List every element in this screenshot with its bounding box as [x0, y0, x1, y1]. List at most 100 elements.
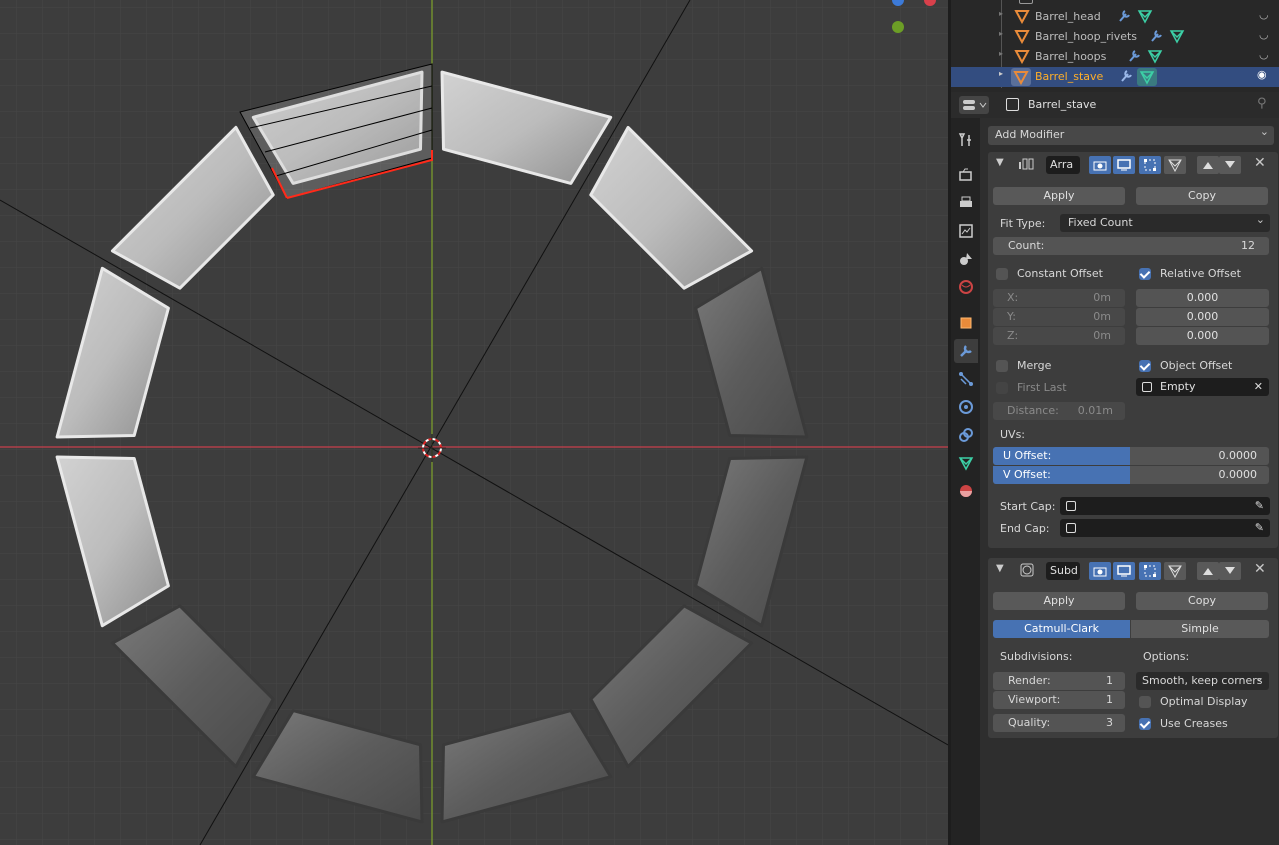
- uv-smooth-dropdown[interactable]: Smooth, keep corners: [1136, 669, 1269, 690]
- merge-checkbox[interactable]: [996, 360, 1008, 372]
- catmull-clark-button[interactable]: Catmull-Clark: [993, 620, 1130, 638]
- viewport-toggle-icon[interactable]: [1113, 156, 1135, 174]
- subsurf-modifier-panel: ▼ Subd ✕ Apply Copy Catmull-Clark Simple…: [988, 558, 1278, 738]
- remove-modifier-icon[interactable]: ✕: [1254, 155, 1266, 171]
- collapse-icon[interactable]: ▼: [996, 157, 1004, 168]
- material-tab-icon[interactable]: [954, 479, 978, 503]
- eyedropper-icon[interactable]: ✎: [1255, 519, 1264, 537]
- object-tab-icon[interactable]: [954, 311, 978, 335]
- fit-type-dropdown[interactable]: Fixed Count: [1060, 211, 1270, 232]
- object-icon: [1006, 98, 1019, 111]
- move-down-icon[interactable]: [1219, 562, 1241, 580]
- wrench-icon[interactable]: [1149, 28, 1163, 47]
- tool-tab-icon[interactable]: [954, 128, 978, 152]
- render-toggle-icon[interactable]: [1089, 562, 1111, 580]
- use-creases-checkbox[interactable]: [1139, 718, 1151, 730]
- use-creases-label: Use Creases: [1160, 717, 1228, 730]
- viewport-toggle-icon[interactable]: [1113, 562, 1135, 580]
- mesh-object-icon: [1014, 28, 1030, 47]
- output-tab-icon[interactable]: [954, 191, 978, 215]
- particles-tab-icon[interactable]: [954, 367, 978, 391]
- editor-type-button[interactable]: [959, 96, 989, 114]
- offset-object-field[interactable]: Empty ✕: [1136, 378, 1269, 396]
- move-down-icon[interactable]: [1219, 156, 1241, 174]
- relative-z-field[interactable]: 0.000: [1136, 327, 1269, 345]
- cage-toggle-icon[interactable]: [1164, 156, 1186, 174]
- object-offset-checkbox[interactable]: [1139, 360, 1151, 372]
- constraints-tab-icon[interactable]: [954, 423, 978, 447]
- data-tab-icon[interactable]: [954, 451, 978, 475]
- pin-icon[interactable]: ⚲: [1257, 96, 1267, 111]
- v-offset-field[interactable]: V Offset: 0.0000: [993, 466, 1269, 484]
- apply-button[interactable]: Apply: [993, 592, 1125, 610]
- expand-icon[interactable]: ▸: [999, 29, 1003, 38]
- 3d-viewport[interactable]: [0, 0, 948, 845]
- outliner-item[interactable]: ▸ Barrel_hoops ◡: [951, 47, 1279, 67]
- quality-field[interactable]: Quality: 3: [993, 714, 1125, 732]
- physics-tab-icon[interactable]: [954, 395, 978, 419]
- outliner-item-label: Barrel_hoop_rivets: [1035, 30, 1138, 43]
- wrench-icon[interactable]: [1127, 48, 1141, 67]
- start-cap-field[interactable]: ✎: [1060, 497, 1270, 515]
- navigation-gizmo-y[interactable]: [892, 21, 904, 33]
- object-icon: [1066, 501, 1076, 511]
- editmode-toggle-icon[interactable]: [1139, 562, 1161, 580]
- viewport-levels-field[interactable]: Viewport: 1: [993, 691, 1125, 709]
- render-levels-field[interactable]: Render: 1: [993, 672, 1125, 690]
- eye-icon[interactable]: ◡: [1259, 48, 1269, 61]
- copy-button[interactable]: Copy: [1136, 187, 1268, 205]
- mesh-data-icon[interactable]: [1137, 8, 1153, 27]
- outliner-item[interactable]: ▸ Barrel_head ◡: [951, 7, 1279, 27]
- distance-field[interactable]: Distance: 0.01m: [993, 402, 1125, 420]
- constant-z-field[interactable]: Z: 0m: [993, 327, 1125, 345]
- expand-icon[interactable]: ▸: [999, 49, 1003, 58]
- mesh-data-icon[interactable]: [1147, 48, 1163, 67]
- u-offset-field[interactable]: U Offset: 0.0000: [993, 447, 1269, 465]
- world-tab-icon[interactable]: [954, 275, 978, 299]
- count-field[interactable]: Count: 12: [993, 237, 1269, 255]
- constant-x-field[interactable]: X: 0m: [993, 289, 1125, 307]
- apply-button[interactable]: Apply: [993, 187, 1125, 205]
- relative-x-field[interactable]: 0.000: [1136, 289, 1269, 307]
- add-modifier-dropdown[interactable]: Add Modifier: [988, 123, 1274, 145]
- remove-modifier-icon[interactable]: ✕: [1254, 561, 1266, 577]
- move-up-icon[interactable]: [1197, 562, 1219, 580]
- relative-y-field[interactable]: 0.000: [1136, 308, 1269, 326]
- simple-button[interactable]: Simple: [1131, 620, 1269, 638]
- eye-icon[interactable]: ◉: [1257, 68, 1267, 81]
- end-cap-field[interactable]: ✎: [1060, 519, 1270, 537]
- clear-icon[interactable]: ✕: [1254, 378, 1263, 396]
- editmode-toggle-icon[interactable]: [1139, 156, 1161, 174]
- eye-icon[interactable]: ◡: [1259, 8, 1269, 21]
- render-toggle-icon[interactable]: [1089, 156, 1111, 174]
- scene-tab-icon[interactable]: [954, 247, 978, 271]
- constant-y-field[interactable]: Y: 0m: [993, 308, 1125, 326]
- viewport-canvas[interactable]: [0, 0, 948, 845]
- mesh-data-icon[interactable]: [1169, 28, 1185, 47]
- relative-offset-checkbox[interactable]: [1139, 268, 1151, 280]
- optimal-display-checkbox[interactable]: [1139, 696, 1151, 708]
- cage-toggle-icon[interactable]: [1164, 562, 1186, 580]
- copy-button[interactable]: Copy: [1136, 592, 1268, 610]
- wrench-icon[interactable]: [1119, 68, 1133, 87]
- eye-icon[interactable]: ◡: [1259, 28, 1269, 41]
- modifier-tab-icon[interactable]: [954, 339, 978, 363]
- expand-icon[interactable]: ▸: [999, 69, 1003, 78]
- constant-offset-checkbox[interactable]: [996, 268, 1008, 280]
- first-last-checkbox[interactable]: [996, 382, 1008, 394]
- modifier-name-field[interactable]: Subd: [1046, 562, 1080, 580]
- modifier-properties: Add Modifier ▼ Arra ✕ Apply Copy Fit Typ…: [980, 118, 1279, 845]
- outliner-item-selected[interactable]: ▸ Barrel_stave ◉: [951, 67, 1279, 87]
- outliner-item[interactable]: ▸ Barrel_hoop_rivets ◡: [951, 27, 1279, 47]
- render-tab-icon[interactable]: [954, 163, 978, 187]
- expand-icon[interactable]: ▸: [999, 9, 1003, 18]
- mesh-object-icon: [1014, 48, 1030, 67]
- modifier-name-field[interactable]: Arra: [1046, 156, 1080, 174]
- move-up-icon[interactable]: [1197, 156, 1219, 174]
- eyedropper-icon[interactable]: ✎: [1255, 497, 1264, 515]
- wrench-icon[interactable]: [1117, 8, 1131, 27]
- collapse-icon[interactable]: ▼: [996, 563, 1004, 574]
- view-layer-tab-icon[interactable]: [954, 219, 978, 243]
- mesh-data-icon[interactable]: [1137, 68, 1157, 86]
- outliner[interactable]: ▸ Barrel_head ◡ ▸ Barrel_hoop_rivets ◡ ▸…: [951, 0, 1279, 92]
